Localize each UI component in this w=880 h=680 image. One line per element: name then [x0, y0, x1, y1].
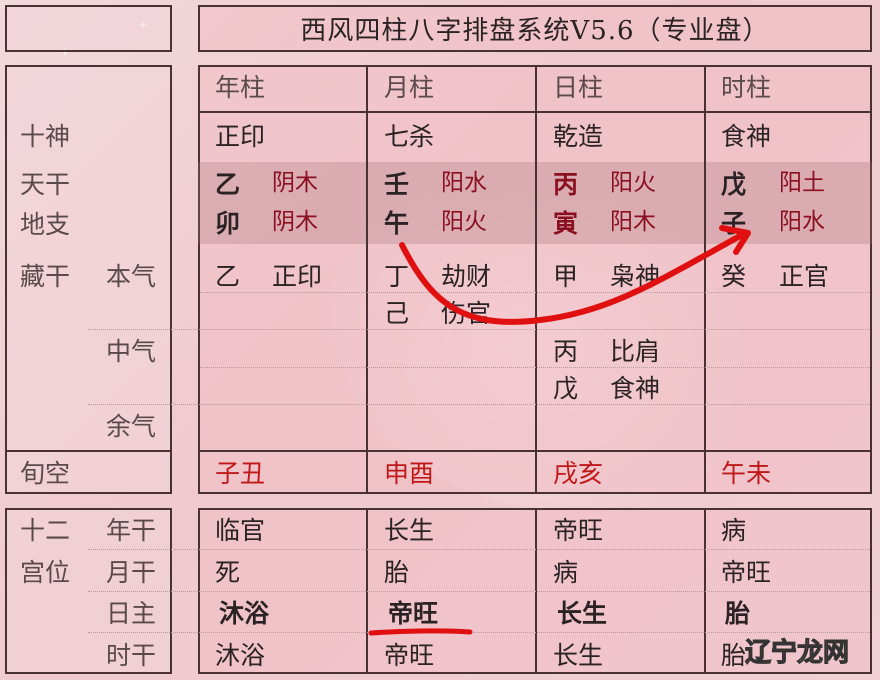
- canggan-god: 比肩: [610, 337, 661, 366]
- divider: [200, 292, 870, 293]
- zhi-day: 寅: [553, 209, 579, 238]
- divider: [5, 450, 172, 452]
- column-header-month: 月柱: [384, 73, 435, 102]
- changsheng-cell: 沐浴: [215, 641, 266, 670]
- changsheng-cell: 病: [721, 516, 747, 545]
- divider: [88, 404, 870, 405]
- label-zhongqi: 中气: [106, 337, 157, 366]
- divider: [535, 65, 537, 494]
- left-header-box: [5, 5, 172, 52]
- label-benqi: 本气: [106, 262, 157, 291]
- changsheng-cell: 死: [215, 558, 241, 587]
- gan-month: 壬: [384, 170, 410, 199]
- watermark: 辽宁龙网: [744, 632, 850, 669]
- canggan-stem: 戊: [553, 374, 579, 403]
- changsheng-cell: 长生: [384, 516, 435, 545]
- xunkong-year: 子丑: [215, 459, 266, 488]
- label-yue-gan: 月干: [106, 558, 157, 587]
- changsheng-cell: 胎: [384, 558, 410, 587]
- canggan-stem: 乙: [215, 262, 241, 291]
- shishen-hour: 食神: [721, 122, 772, 151]
- divider: [200, 367, 870, 368]
- label-gongwei: 宫位: [20, 558, 71, 587]
- canggan-stem: 己: [384, 299, 410, 328]
- label-yuqi: 余气: [106, 412, 157, 441]
- label-shier: 十二: [20, 516, 71, 545]
- changsheng-cell: 沐浴: [219, 599, 270, 628]
- label-xunkong: 旬空: [20, 459, 71, 488]
- canggan-stem: 癸: [721, 262, 747, 291]
- canggan-god: 伤官: [441, 299, 492, 328]
- column-header-hour: 时柱: [721, 73, 772, 102]
- shishen-year: 正印: [215, 122, 266, 151]
- canggan-god: 枭神: [610, 262, 661, 291]
- changsheng-cell: 帝旺: [388, 599, 439, 628]
- divider: [88, 329, 870, 330]
- canggan-stem: 丁: [384, 262, 410, 291]
- gan-wuxing-hour: 阳土: [779, 170, 825, 196]
- changsheng-cell: 帝旺: [721, 558, 772, 587]
- gan-wuxing-year: 阴木: [272, 170, 318, 196]
- changsheng-cell: 病: [553, 558, 579, 587]
- zhi-month: 午: [384, 209, 410, 238]
- canggan-god: 正印: [272, 262, 323, 291]
- shishen-day: 乾造: [553, 122, 604, 151]
- label-shi-gan: 时干: [106, 641, 157, 670]
- watermark-part1: 辽宁: [744, 638, 798, 669]
- canggan-stem: 甲: [553, 262, 579, 291]
- changsheng-cell: 长生: [557, 599, 608, 628]
- zhi-wuxing-day: 阳木: [610, 209, 656, 235]
- page-title: 西风四柱八字排盘系统V5.6（专业盘）: [198, 5, 872, 52]
- watermark-part2: 龙网: [797, 638, 850, 669]
- label-ri-zhu: 日主: [106, 599, 157, 628]
- divider: [704, 65, 706, 494]
- shishen-month: 七杀: [384, 122, 435, 151]
- label-canggan: 藏干: [20, 262, 71, 291]
- canggan-god: 食神: [610, 374, 661, 403]
- xunkong-month: 申酉: [384, 459, 435, 488]
- changsheng-cell: 临官: [215, 516, 266, 545]
- xunkong-day: 戌亥: [553, 459, 604, 488]
- zhi-hour: 子: [721, 209, 747, 238]
- gan-wuxing-month: 阳水: [441, 170, 487, 196]
- label-shishen: 十神: [20, 122, 71, 151]
- zhi-wuxing-month: 阳火: [441, 209, 487, 235]
- changsheng-cell: 帝旺: [384, 641, 435, 670]
- gan-day: 丙: [553, 170, 579, 199]
- canggan-stem: 丙: [553, 337, 579, 366]
- label-nian-gan: 年干: [106, 516, 157, 545]
- changsheng-cell: 帝旺: [553, 516, 604, 545]
- zhi-wuxing-hour: 阳水: [779, 209, 825, 235]
- gan-hour: 戊: [721, 170, 747, 199]
- changsheng-cell: 胎: [725, 599, 751, 628]
- label-dizhi: 地支: [20, 210, 71, 239]
- column-header-year: 年柱: [215, 73, 266, 102]
- changsheng-cell: 长生: [553, 641, 604, 670]
- column-header-day: 日柱: [553, 73, 604, 102]
- divider: [366, 65, 368, 494]
- canggan-god: 劫财: [441, 262, 492, 291]
- label-tiangan: 天干: [20, 170, 71, 199]
- divider: [88, 591, 870, 592]
- canggan-god: 正官: [779, 262, 830, 291]
- gan-year: 乙: [215, 170, 241, 199]
- zhi-wuxing-year: 阴木: [272, 209, 318, 235]
- xunkong-hour: 午未: [721, 459, 772, 488]
- divider: [88, 549, 870, 550]
- changsheng-cell: 胎: [721, 641, 747, 670]
- gan-wuxing-day: 阳火: [610, 170, 656, 196]
- zhi-year: 卯: [215, 209, 241, 238]
